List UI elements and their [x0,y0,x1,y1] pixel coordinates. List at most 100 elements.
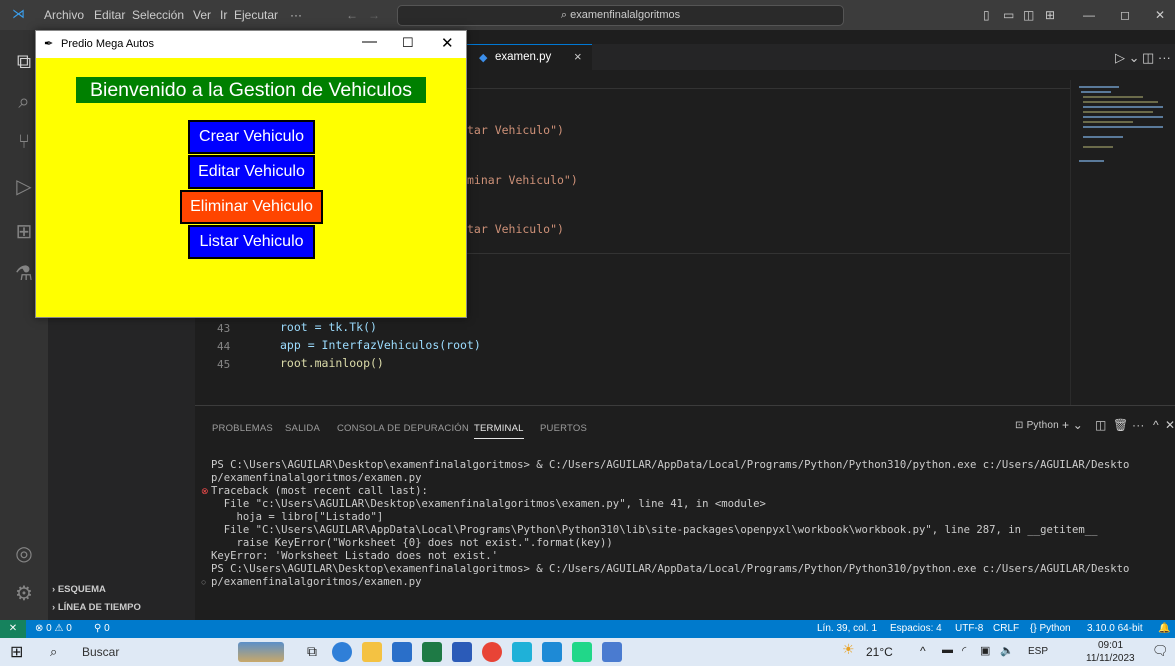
vscode-taskbar-icon[interactable] [542,642,562,662]
run-python-icon[interactable]: ▷ ⌄ [1115,50,1140,66]
more-actions-icon[interactable]: ··· [1132,418,1145,432]
tk-close-icon[interactable]: ✕ [441,34,454,52]
menu-selection[interactable]: Selección [132,8,184,22]
toggle-sidebar-icon[interactable]: ▯ [983,8,990,22]
cursor-position[interactable]: Lín. 39, col. 1 [817,623,877,634]
menu-run[interactable]: Ejecutar [234,8,278,22]
restore-icon[interactable]: ◻ [1120,8,1130,22]
tab-terminal[interactable]: TERMINAL [474,423,524,439]
tab-problems[interactable]: PROBLEMAS [212,423,273,434]
tk-maximize-icon[interactable]: ☐ [402,35,414,51]
clock-time[interactable]: 09:01 [1098,640,1123,651]
edge-browser-icon[interactable] [332,642,352,662]
nav-forward-icon[interactable]: → [368,8,380,22]
settings-gear-icon[interactable]: ⚙ [12,582,36,606]
remote-indicator-icon[interactable]: ✕ [0,620,26,638]
tk-minimize-icon[interactable]: — [362,33,377,50]
word-icon[interactable] [452,642,472,662]
tab-close-icon[interactable]: × [574,49,582,64]
terminal-line: KeyError: 'Worksheet Listado does not ex… [211,550,499,562]
tab-ports[interactable]: PUERTOS [540,423,587,434]
timeline-section[interactable]: › LÍNEA DE TIEMPO [52,602,141,613]
minimize-icon[interactable]: — [1083,8,1095,22]
tk-feather-icon: ✒ [44,38,54,50]
minimap[interactable] [1070,80,1170,405]
canva-icon[interactable] [512,642,532,662]
extensions-icon[interactable]: ⊞ [12,220,36,244]
notifications-icon[interactable]: 🔔 [1158,623,1170,634]
customize-layout-icon[interactable]: ⊞ [1045,8,1055,22]
display-icon[interactable]: ▣ [980,644,990,657]
chrome-icon[interactable] [482,642,502,662]
pycharm-icon[interactable] [572,642,592,662]
terminal-profile[interactable]: ⊡ Python [1015,420,1059,431]
testing-icon[interactable]: ⚗ [12,262,36,286]
tray-chevron-up-icon[interactable]: ^ [920,644,926,658]
input-language[interactable]: ESP [1028,646,1048,657]
command-center-search[interactable]: ⌕ examenfinalalgoritmos [397,5,844,26]
mail-icon[interactable] [392,642,412,662]
taskbar-search-input[interactable]: Buscar [82,645,119,659]
weather-temp[interactable]: 21°C [866,645,893,659]
tab-debug-console[interactable]: CONSOLA DE DEPURACIÓN [337,423,469,434]
maximize-panel-icon[interactable]: ^ [1153,418,1159,432]
menu-edit[interactable]: Editar [94,8,125,22]
close-panel-icon[interactable]: ✕ [1165,418,1175,432]
search-icon[interactable]: ⌕ [12,90,36,114]
weather-icon: ☀ [842,641,855,657]
run-debug-icon[interactable]: ▷ [12,175,36,199]
menu-go[interactable]: Ir [220,8,227,22]
cursor-marker-icon: ○ [201,577,207,587]
tab-output[interactable]: SALIDA [285,423,320,434]
menu-file[interactable]: Archivo [44,8,84,22]
toggle-panel-icon[interactable]: ▭ [1003,8,1014,22]
explorer-icon[interactable]: ⧉ [12,50,36,74]
kill-terminal-icon[interactable]: 🗑 [1113,418,1128,432]
terminal-line: PS C:\Users\AGUILAR\Desktop\examenfinala… [211,563,1130,575]
split-editor-icon[interactable]: ◫ ··· [1142,50,1171,66]
line-number: 45 [217,358,231,371]
file-explorer-icon[interactable] [362,642,382,662]
tk-titlebar[interactable]: ✒ Predio Mega Autos — ☐ ✕ [36,31,466,58]
wifi-icon[interactable]: ◜ [962,644,966,657]
code-line: root.mainloop() [280,356,384,370]
outline-section[interactable]: › ESQUEMA [52,584,106,595]
split-terminal-icon[interactable]: ◫ [1095,418,1107,432]
news-widget-icon[interactable] [238,642,284,662]
tab-examen-py[interactable]: ◆ examen.py × [467,44,592,70]
end-of-line[interactable]: CRLF [993,623,1019,634]
code-line: root = tk.Tk() [280,320,377,334]
toggle-secondary-sidebar-icon[interactable]: ◫ [1023,8,1034,22]
menu-more[interactable]: ··· [290,8,302,22]
account-icon[interactable]: ◎ [12,542,36,566]
speaker-muted-icon[interactable]: 🔈 [1000,644,1014,657]
clock-date[interactable]: 11/11/2023 [1086,653,1135,664]
crear-vehiculo-button[interactable]: Crear Vehiculo [188,120,315,154]
windows-start-icon[interactable]: ⊞ [10,642,23,662]
encoding[interactable]: UTF-8 [955,623,983,634]
tk-window[interactable]: ✒ Predio Mega Autos — ☐ ✕ Bienvenido a l… [35,30,467,318]
battery-icon[interactable]: ▬ [942,644,953,656]
menu-view[interactable]: Ver [193,8,211,22]
python-tk-icon[interactable] [602,642,622,662]
excel-icon[interactable] [422,642,442,662]
notification-center-icon[interactable]: 🗨 [1152,643,1169,659]
ports-status[interactable]: ⚲ 0 [94,623,110,634]
code-fragment-2: minar Vehiculo") [467,173,578,187]
source-control-icon[interactable]: ⑂ [12,130,36,154]
problems-status[interactable]: ⊗ 0 ⚠ 0 [35,623,72,634]
windows-taskbar: ⊞ ⌕ Buscar ⧉ ☀ 21°C ^ ▬ ◜ ▣ 🔈 ESP 09:01 … [0,638,1175,666]
eliminar-vehiculo-button[interactable]: Eliminar Vehiculo [180,190,323,224]
terminal-line: PS C:\Users\AGUILAR\Desktop\examenfinala… [211,459,1130,471]
nav-back-icon[interactable]: ← [346,8,358,22]
terminal-icon: ⊡ [1015,420,1027,431]
task-view-icon[interactable]: ⧉ [307,643,317,660]
new-terminal-icon[interactable]: + ⌄ [1062,418,1083,432]
terminal-line: File "C:\Users\AGUILAR\AppData\Local\Pro… [211,524,1098,536]
editar-vehiculo-button[interactable]: Editar Vehiculo [188,155,315,189]
listar-vehiculo-button[interactable]: Listar Vehiculo [188,225,315,259]
python-interpreter[interactable]: 3.10.0 64-bit [1087,623,1143,634]
close-icon[interactable]: ✕ [1155,8,1165,22]
indentation[interactable]: Espacios: 4 [890,623,942,634]
language-mode[interactable]: {} Python [1030,623,1071,634]
